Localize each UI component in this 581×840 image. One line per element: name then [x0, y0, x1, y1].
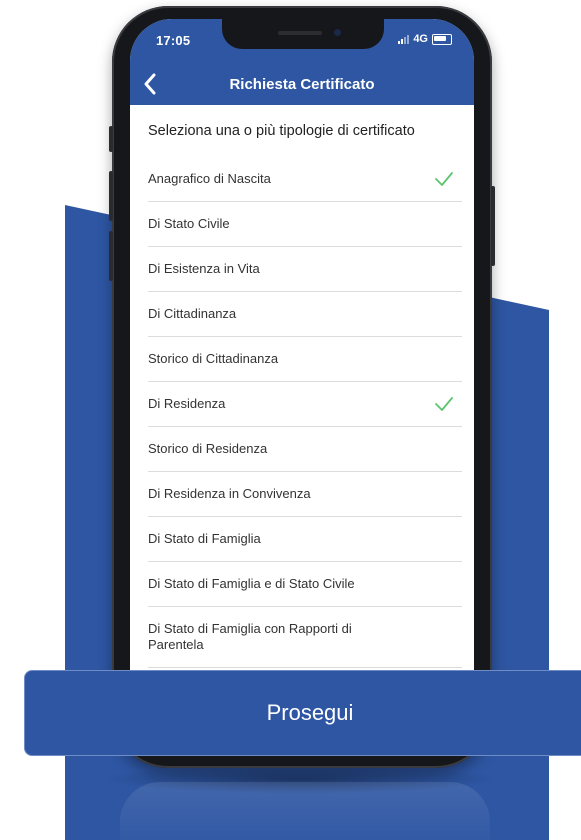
phone-side-button	[109, 231, 113, 281]
checkmark-icon	[435, 172, 453, 186]
certificate-option[interactable]: Di Stato di Famiglia	[148, 517, 462, 562]
certificate-option[interactable]: Di Esistenza in Vita	[148, 247, 462, 292]
phone-reflection	[120, 782, 490, 840]
phone-side-button	[109, 171, 113, 221]
page-title: Richiesta Certificato	[229, 76, 375, 93]
front-camera	[334, 29, 341, 36]
certificate-list: Anagrafico di Nascita Di Stato Civile Di…	[148, 157, 462, 668]
certificate-option[interactable]: Di Residenza	[148, 382, 462, 427]
phone-frame: 17:05 4G Richiesta Certificato Seleziona…	[109, 6, 495, 768]
certificate-option[interactable]: Di Stato di Famiglia con Rapporti di Par…	[148, 607, 462, 668]
certificate-label: Anagrafico di Nascita	[148, 171, 271, 186]
phone-notch	[222, 19, 384, 49]
certificate-option[interactable]: Storico di Residenza	[148, 427, 462, 472]
certificate-option[interactable]: Di Cittadinanza	[148, 292, 462, 337]
prosegui-button[interactable]: Prosegui	[24, 670, 581, 756]
status-icons: 4G	[398, 33, 452, 45]
navigation-bar: Richiesta Certificato	[130, 65, 474, 105]
certificate-label: Di Stato di Famiglia e di Stato Civile	[148, 576, 355, 591]
certificate-label: Storico di Residenza	[148, 441, 268, 456]
certificate-label: Di Residenza in Convivenza	[148, 486, 311, 501]
phone-screen: 17:05 4G Richiesta Certificato Seleziona…	[130, 19, 474, 755]
status-bar: 17:05 4G	[130, 19, 474, 65]
phone-side-button	[109, 126, 113, 152]
certificate-label: Di Stato di Famiglia	[148, 531, 261, 546]
main-content: Seleziona una o più tipologie di certifi…	[130, 105, 474, 755]
prosegui-button-label: Prosegui	[266, 700, 354, 725]
certificate-label: Di Cittadinanza	[148, 306, 237, 321]
certificate-option[interactable]: Di Stato Civile	[148, 202, 462, 247]
battery-icon	[432, 33, 452, 45]
certificate-label: Di Esistenza in Vita	[148, 261, 260, 276]
checkmark-icon	[435, 397, 453, 411]
speaker-grille	[278, 31, 322, 35]
certificate-label: Di Residenza	[148, 396, 226, 411]
certificate-option[interactable]: Anagrafico di Nascita	[148, 157, 462, 202]
certificate-option[interactable]: Di Residenza in Convivenza	[148, 472, 462, 517]
certificate-label: Di Stato di Famiglia con Rapporti di Par…	[148, 621, 352, 652]
network-label: 4G	[413, 33, 428, 45]
certificate-option[interactable]: Di Stato di Famiglia e di Stato Civile	[148, 562, 462, 607]
certificate-option[interactable]: Storico di Cittadinanza	[148, 337, 462, 382]
instruction-text: Seleziona una o più tipologie di certifi…	[148, 123, 415, 139]
signal-icon	[398, 34, 410, 44]
status-time: 17:05	[156, 33, 191, 48]
phone-side-button	[491, 186, 495, 266]
certificate-label: Storico di Cittadinanza	[148, 351, 279, 366]
certificate-label: Di Stato Civile	[148, 216, 230, 231]
